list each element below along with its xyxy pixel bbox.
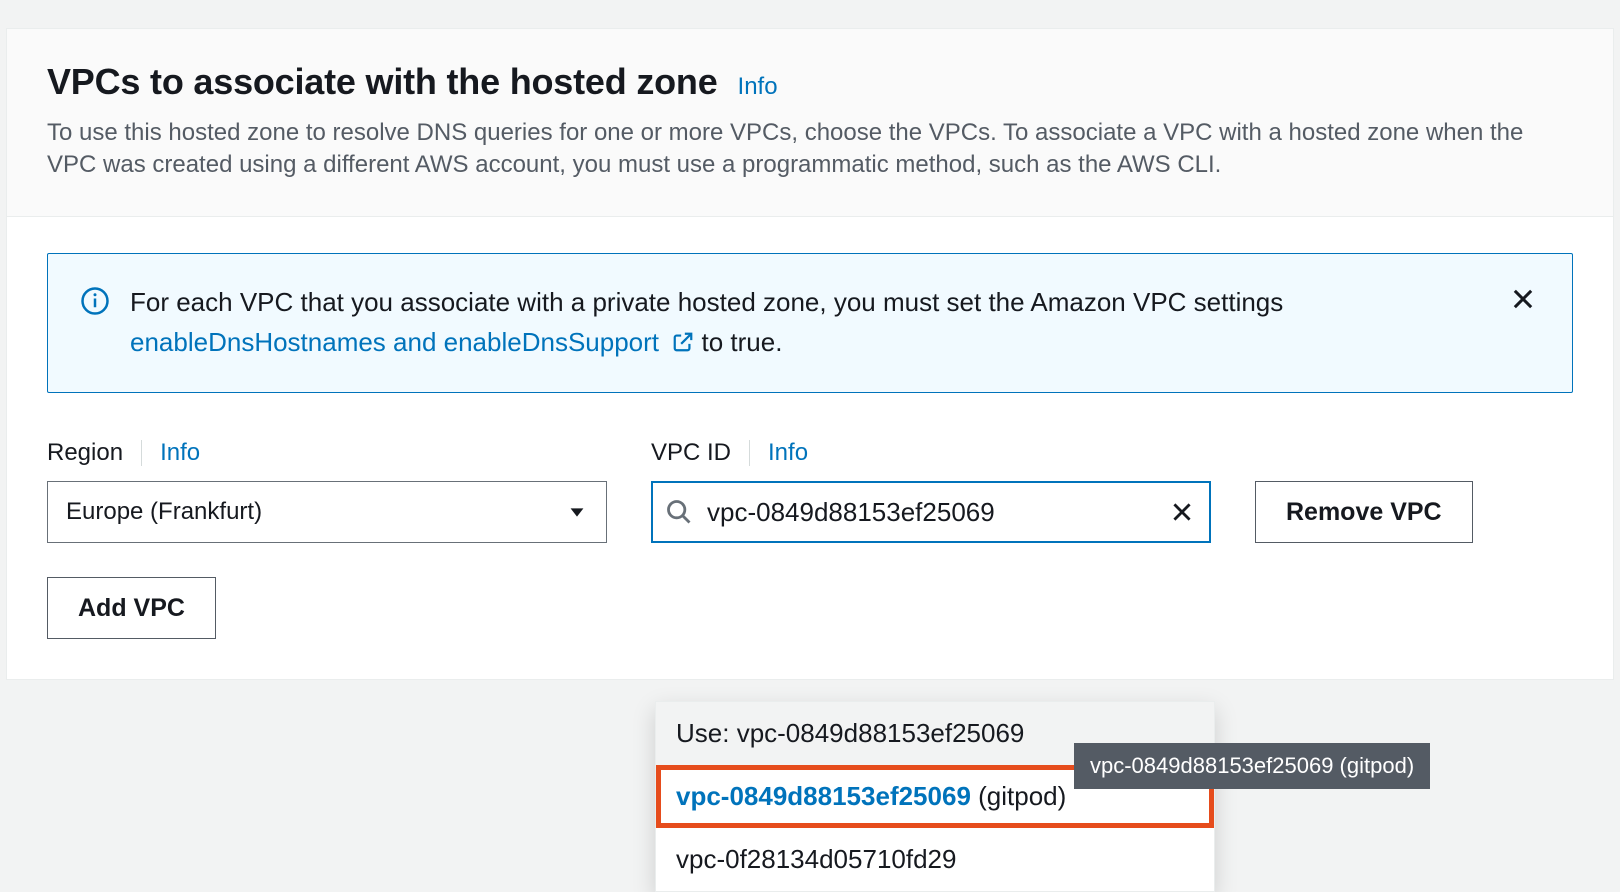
info-icon xyxy=(80,286,110,316)
highlighted-vpc-suffix: (gitpod) xyxy=(971,781,1066,811)
external-link-icon xyxy=(672,324,694,364)
region-label: Region xyxy=(47,439,123,467)
caret-down-icon xyxy=(566,501,588,523)
alert-prefix: For each VPC that you associate with a p… xyxy=(130,287,1283,317)
alert-link-text: enableDnsHostnames and enableDnsSupport xyxy=(130,327,659,357)
use-prefix: Use: xyxy=(676,718,737,748)
panel-title: VPCs to associate with the hosted zone xyxy=(47,61,718,103)
add-vpc-button[interactable]: Add VPC xyxy=(47,577,216,639)
region-value: Europe (Frankfurt) xyxy=(66,498,262,526)
region-select[interactable]: Europe (Frankfurt) xyxy=(47,481,607,543)
add-vpc-row: Add VPC xyxy=(47,577,1573,639)
label-separator xyxy=(141,440,142,466)
vpc-label-row: VPC ID Info xyxy=(651,439,1211,467)
vpc-search-box[interactable] xyxy=(651,481,1211,543)
panel-description: To use this hosted zone to resolve DNS q… xyxy=(47,117,1573,182)
vpc-id-field: VPC ID Info xyxy=(651,439,1211,543)
vpc-associate-panel: VPCs to associate with the hosted zone I… xyxy=(6,28,1614,680)
panel-info-link[interactable]: Info xyxy=(738,73,778,101)
form-row: Region Info Europe (Frankfurt) VPC ID xyxy=(47,439,1573,543)
info-alert: For each VPC that you associate with a p… xyxy=(47,253,1573,394)
vpc-dropdown: Use: vpc-0849d88153ef25069 vpc-0849d8815… xyxy=(655,701,1215,892)
alert-close-button[interactable] xyxy=(1506,282,1540,316)
alert-text: For each VPC that you associate with a p… xyxy=(130,282,1486,365)
panel-body: For each VPC that you associate with a p… xyxy=(7,217,1613,680)
region-field: Region Info Europe (Frankfurt) xyxy=(47,439,607,543)
vpc-label: VPC ID xyxy=(651,439,731,467)
panel-header: VPCs to associate with the hosted zone I… xyxy=(7,29,1613,217)
alert-link[interactable]: enableDnsHostnames and enableDnsSupport xyxy=(130,327,701,357)
remove-vpc-button[interactable]: Remove VPC xyxy=(1255,481,1473,543)
remove-vpc-field: . Remove VPC xyxy=(1255,439,1473,543)
use-value: vpc-0849d88153ef25069 xyxy=(737,718,1025,748)
label-separator xyxy=(749,440,750,466)
vpc-info-link[interactable]: Info xyxy=(768,439,808,467)
clear-input-button[interactable] xyxy=(1167,497,1197,527)
search-icon xyxy=(665,498,693,526)
tooltip: vpc-0849d88153ef25069 (gitpod) xyxy=(1074,743,1430,789)
panel-title-row: VPCs to associate with the hosted zone I… xyxy=(47,61,1573,103)
region-info-link[interactable]: Info xyxy=(160,439,200,467)
region-label-row: Region Info xyxy=(47,439,607,467)
vpc-id-input[interactable] xyxy=(705,496,1155,529)
highlighted-vpc-id: vpc-0849d88153ef25069 xyxy=(676,781,971,811)
alert-suffix: to true. xyxy=(701,327,782,357)
dropdown-option[interactable]: vpc-0f28134d05710fd29 xyxy=(656,828,1214,891)
